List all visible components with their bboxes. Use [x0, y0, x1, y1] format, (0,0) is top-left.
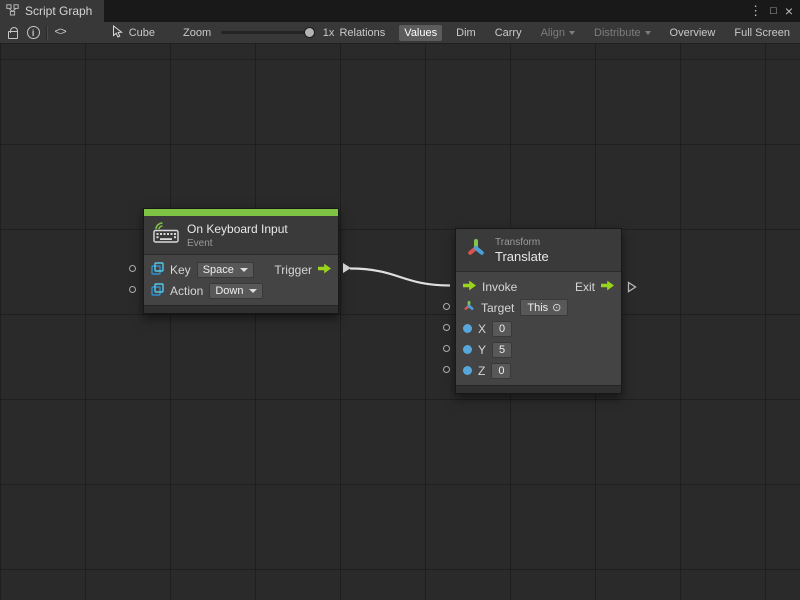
invoke-flow-port[interactable]: [463, 280, 476, 294]
node-subtitle: Event: [187, 238, 288, 249]
overview-button[interactable]: Overview: [665, 25, 721, 41]
y-port-label: Y: [478, 343, 486, 357]
value-port-z[interactable]: [463, 366, 472, 375]
key-outer-port[interactable]: [129, 265, 136, 272]
chevron-down-icon: [645, 31, 651, 35]
zoom-value: 1x: [323, 27, 335, 39]
exit-flow-port[interactable]: [601, 280, 614, 294]
port-row-z: Z 0: [463, 360, 614, 381]
node-title: On Keyboard Input: [187, 222, 288, 236]
pointer-icon: [112, 25, 124, 41]
node-on-keyboard-input[interactable]: On Keyboard Input Event Key Space Trig: [143, 208, 339, 314]
enum-icon: [151, 283, 164, 299]
x-outer-port[interactable]: [443, 324, 450, 331]
node-header: Transform Translate: [456, 229, 621, 271]
values-button[interactable]: Values: [399, 25, 442, 41]
title-bar: Script Graph ⋮ □ ×: [0, 0, 800, 22]
target-port-label: Target: [481, 301, 514, 315]
zoom-label: Zoom: [183, 27, 211, 39]
graph-target[interactable]: Cube: [112, 25, 155, 41]
exit-connection-arrow[interactable]: [627, 280, 637, 298]
keyboard-icon: [153, 222, 179, 248]
fullscreen-button[interactable]: Full Screen: [729, 25, 795, 41]
z-port-label: Z: [478, 364, 485, 378]
port-row-target: Target This ⊙: [463, 297, 614, 318]
carry-button[interactable]: Carry: [490, 25, 527, 41]
z-value-field[interactable]: 0: [491, 363, 511, 379]
trigger-flow-port[interactable]: [318, 263, 331, 277]
invoke-port-label: Invoke: [482, 280, 517, 294]
x-port-label: X: [478, 322, 486, 336]
target-outer-port[interactable]: [443, 303, 450, 310]
lock-icon[interactable]: [8, 31, 18, 39]
action-outer-port[interactable]: [129, 286, 136, 293]
toolbar-separator: [46, 26, 47, 40]
zoom-slider-handle[interactable]: [304, 27, 315, 38]
y-outer-port[interactable]: [443, 345, 450, 352]
edit-source-icon[interactable]: <>: [55, 27, 66, 39]
node-translate[interactable]: Transform Translate Invoke Exit: [455, 228, 622, 394]
close-icon[interactable]: ×: [785, 3, 793, 19]
window-controls: ⋮ □ ×: [749, 0, 800, 22]
trigger-port-label: Trigger: [274, 263, 312, 277]
key-port-label: Key: [170, 263, 191, 277]
transform-icon: [465, 237, 487, 264]
target-object-field[interactable]: This ⊙: [520, 299, 568, 316]
transform-mini-icon: [463, 300, 475, 315]
value-port-x[interactable]: [463, 324, 472, 333]
key-dropdown[interactable]: Space: [197, 262, 254, 278]
x-value-field[interactable]: 0: [492, 321, 512, 337]
script-graph-icon: [6, 4, 19, 19]
maximize-icon[interactable]: □: [770, 5, 777, 17]
node-body: Key Space Trigger Action: [144, 254, 338, 305]
node-title: Translate: [495, 249, 549, 264]
chevron-down-icon: [240, 268, 248, 272]
node-category: Transform: [495, 237, 549, 248]
port-row-x: X 0: [463, 318, 614, 339]
chevron-down-icon: [569, 31, 575, 35]
dim-button[interactable]: Dim: [451, 25, 481, 41]
node-footer: [144, 305, 338, 313]
toolbar-buttons: Relations Values Dim Carry Align Distrib…: [334, 25, 795, 41]
port-row-y: Y 5: [463, 339, 614, 360]
port-row-key: Key Space Trigger: [151, 259, 331, 280]
port-row-invoke: Invoke Exit: [463, 276, 614, 297]
chevron-down-icon: [249, 289, 257, 293]
action-port-label: Action: [170, 284, 203, 298]
graph-target-label: Cube: [129, 27, 155, 39]
trigger-connection-arrow[interactable]: [343, 263, 351, 273]
action-dropdown[interactable]: Down: [209, 283, 263, 299]
tab-title: Script Graph: [25, 4, 92, 18]
exit-port-label: Exit: [575, 280, 595, 294]
window-menu-icon[interactable]: ⋮: [749, 3, 762, 19]
relations-button[interactable]: Relations: [334, 25, 390, 41]
node-body: Invoke Exit Target This: [456, 271, 621, 385]
keycode-icon: [151, 262, 164, 278]
z-outer-port[interactable]: [443, 366, 450, 373]
node-header: On Keyboard Input Event: [144, 216, 338, 254]
graph-canvas[interactable]: On Keyboard Input Event Key Space Trig: [0, 44, 800, 600]
object-picker-icon[interactable]: ⊙: [552, 301, 561, 314]
connection-wire: [0, 44, 800, 600]
graph-toolbar: i <> Cube Zoom 1x Relations Values Dim C…: [0, 22, 800, 44]
distribute-dropdown[interactable]: Distribute: [589, 25, 655, 41]
zoom-slider[interactable]: [221, 31, 314, 34]
event-color-strip: [144, 209, 338, 216]
port-row-action: Action Down: [151, 280, 331, 301]
tab-script-graph[interactable]: Script Graph: [0, 0, 104, 22]
node-footer: [456, 385, 621, 393]
value-port-y[interactable]: [463, 345, 472, 354]
info-icon[interactable]: i: [27, 26, 40, 39]
y-value-field[interactable]: 5: [492, 342, 512, 358]
align-dropdown[interactable]: Align: [536, 25, 580, 41]
